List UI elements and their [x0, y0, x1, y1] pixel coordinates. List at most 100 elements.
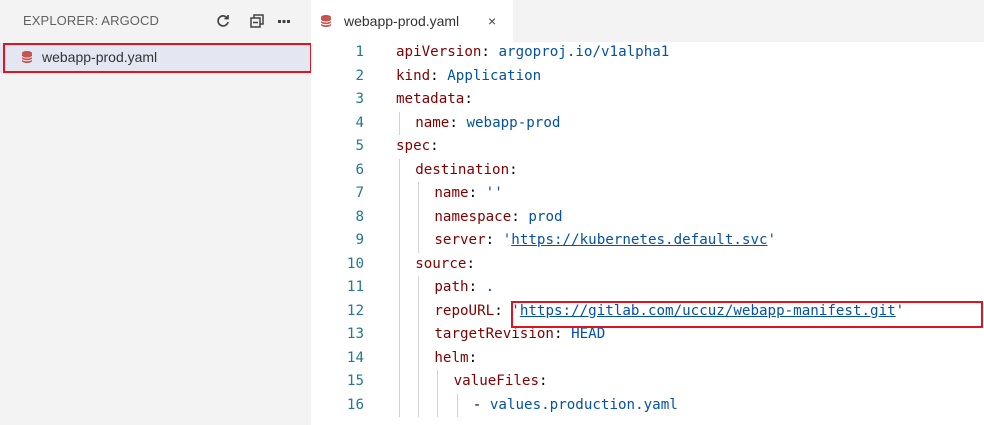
yaml-key: apiVersion [396, 44, 482, 60]
code-line: 2 kind: Application [311, 65, 984, 89]
yaml-separator: : [511, 208, 529, 225]
more-icon[interactable] [274, 11, 294, 31]
yaml-key: targetRevision [434, 326, 554, 342]
code-text: apiVersion: argoproj.io/v1alpha1 [396, 41, 669, 65]
code-text: metadata: [396, 88, 473, 112]
tab-label: webapp-prod.yaml [344, 13, 460, 29]
refresh-icon[interactable] [213, 11, 233, 31]
code-text: source: [415, 253, 475, 277]
code-line: 16 - values.production.yaml [311, 394, 984, 418]
line-number: 6 [355, 161, 364, 178]
yaml-key: destination [415, 161, 510, 178]
line-number: 15 [346, 373, 364, 389]
explorer-title: EXPLORER: ARGOCD [23, 13, 159, 28]
indent-guide [456, 393, 458, 417]
line-number: 9 [355, 232, 364, 248]
yaml-value: '' [485, 185, 503, 201]
code-text: namespace: prod [434, 206, 562, 230]
line-number: 3 [355, 91, 364, 107]
code-line: 7 name: '' [311, 182, 984, 206]
line-number: 4 [355, 114, 364, 131]
yaml-value: HEAD [571, 326, 606, 342]
code-text: path: . [434, 276, 494, 300]
line-number: 12 [346, 302, 364, 319]
url-link[interactable]: https://gitlab.com/uccuz/webapp-manifest… [520, 303, 896, 319]
code-text: repoURL: 'https://gitlab.com/uccuz/webap… [434, 300, 904, 324]
yaml-separator: : [430, 138, 439, 154]
yaml-key: path [434, 279, 469, 295]
yaml-separator: : [553, 326, 572, 342]
yaml-separator: : [468, 349, 478, 366]
line-number: 11 [346, 279, 364, 295]
yaml-key: kind [396, 67, 431, 84]
database-icon [21, 50, 33, 69]
code-line: 4 name: webapp-prod [311, 112, 984, 136]
line-number: 10 [346, 255, 364, 272]
list-dash: - [472, 396, 490, 413]
yaml-key: repoURL [434, 302, 495, 319]
file-item-label: webapp-prod.yaml [42, 49, 158, 65]
yaml-key: valueFiles [453, 373, 540, 389]
line-number: 14 [346, 349, 364, 366]
yaml-separator: : [468, 279, 486, 295]
yaml-separator: : [468, 185, 486, 201]
code-line: 10 source: [311, 253, 984, 277]
explorer-header: EXPLORER: ARGOCD [0, 0, 311, 42]
yaml-value: . [485, 279, 495, 295]
code-line: 1 apiVersion: argoproj.io/v1alpha1 [311, 41, 984, 65]
code-line: 14 helm: [311, 347, 984, 371]
yaml-separator: : [481, 44, 499, 60]
code-text: server: 'https://kubernetes.default.svc' [434, 229, 776, 253]
yaml-key: spec [396, 138, 431, 154]
yaml-value: webapp-prod [466, 114, 561, 131]
quote: ' [767, 232, 777, 248]
yaml-separator: : [464, 91, 473, 107]
file-item-webapp-prod[interactable]: webapp-prod.yaml [0, 43, 312, 73]
yaml-separator: : [509, 161, 518, 178]
tab-bar: webapp-prod.yaml × [311, 0, 984, 42]
yaml-key: server [434, 232, 486, 248]
code-editor[interactable]: 1 apiVersion: argoproj.io/v1alpha1 2 kind: … [311, 42, 984, 425]
yaml-separator: : [485, 232, 503, 248]
code-line: 12 repoURL: 'https://gitlab.com/uccuz/web… [311, 300, 984, 324]
line-number: 1 [355, 44, 364, 60]
collapse-all-icon[interactable] [247, 11, 267, 31]
line-number: 8 [355, 208, 364, 225]
code-line: 8 namespace: prod [311, 206, 984, 230]
line-number: 16 [346, 396, 364, 413]
url-link[interactable]: https://kubernetes.default.svc [511, 232, 767, 248]
yaml-separator: : [494, 302, 512, 319]
code-text: helm: [434, 347, 477, 371]
code-line: 3 metadata: [311, 88, 984, 112]
code-line: 15 valueFiles: [311, 370, 984, 394]
yaml-key: name [415, 114, 450, 131]
yaml-key: source [415, 255, 467, 272]
code-text: targetRevision: HEAD [434, 323, 605, 347]
code-text: name: webapp-prod [415, 112, 560, 136]
yaml-value: prod [528, 208, 563, 225]
indent-guide [418, 182, 420, 253]
quote: ' [502, 232, 512, 248]
yaml-separator: : [539, 373, 548, 389]
yaml-key: namespace [434, 208, 512, 225]
code-line: 11 path: . [311, 276, 984, 300]
close-icon[interactable]: × [488, 13, 496, 29]
indent-guide [399, 111, 400, 135]
explorer-sidebar: EXPLORER: ARGOCD webapp-prod.yaml [0, 0, 312, 425]
line-number: 7 [355, 185, 364, 201]
yaml-value: argoproj.io/v1alpha1 [498, 44, 670, 60]
quote: ' [511, 302, 520, 319]
code-line: 13 targetRevision: HEAD [311, 323, 984, 347]
indent-guide [418, 276, 420, 417]
line-number: 5 [355, 138, 364, 154]
database-icon [320, 14, 332, 33]
yaml-separator: : [430, 67, 448, 84]
code-text: name: '' [434, 182, 502, 206]
code-line: 9 server: 'https://kubernetes.default.svc… [311, 229, 984, 253]
tab-webapp-prod[interactable]: webapp-prod.yaml × [311, 0, 513, 42]
yaml-key: helm [434, 349, 469, 366]
code-text: kind: Application [396, 65, 541, 89]
code-text: destination: [415, 159, 518, 183]
code-text: spec: [396, 135, 439, 159]
yaml-key: metadata [396, 91, 465, 107]
